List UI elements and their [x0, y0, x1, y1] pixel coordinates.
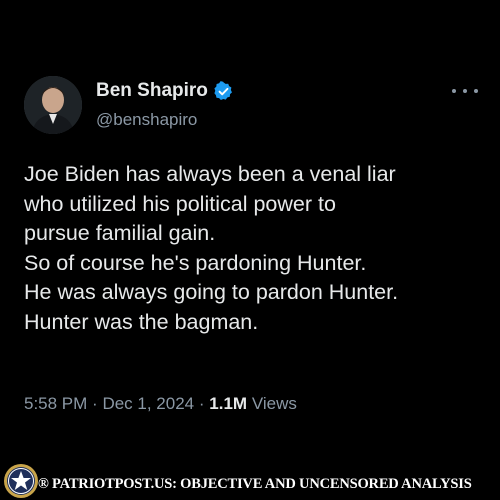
author-name-row: Ben Shapiro [96, 80, 234, 102]
tweet-body-line: Hunter was the bagman. [24, 309, 259, 334]
meta-separator: · [198, 394, 205, 413]
tweet-date[interactable]: Dec 1, 2024 [102, 394, 194, 413]
meta-separator: · [92, 394, 98, 413]
tweet-body-line: pursue familial gain. [24, 221, 216, 245]
views-count: 1.1M [209, 394, 248, 413]
author-display-name[interactable]: Ben Shapiro [96, 80, 208, 102]
star-seal-icon [4, 464, 38, 498]
tweet-body-line: So of course he's pardoning Hunter. [24, 250, 367, 275]
tweet-body-line: He was always going to pardon Hunter. [24, 280, 399, 304]
tweet-card: Ben Shapiro @benshapiro Joe Biden has al… [0, 0, 500, 460]
tweet-body-line: who utilized his political power to [24, 191, 336, 216]
tweet-meta: 5:58 PM · Dec 1, 2024 · 1.1M Views [24, 394, 297, 414]
author-handle[interactable]: @benshapiro [96, 110, 197, 130]
more-options-icon[interactable] [452, 82, 478, 100]
watermark-banner: ® PATRIOTPOST.US: OBJECTIVE AND UNCENSOR… [0, 462, 500, 500]
verified-badge-icon [214, 80, 232, 100]
watermark-text: ® PATRIOTPOST.US: OBJECTIVE AND UNCENSOR… [38, 476, 472, 492]
author-avatar[interactable] [24, 76, 82, 134]
views-label: Views [251, 394, 297, 413]
tweet-body: Joe Biden has always been a venal liar w… [24, 160, 484, 337]
tweet-time[interactable]: 5:58 PM [24, 394, 87, 413]
tweet-body-line: Joe Biden has always been a venal liar [24, 162, 396, 186]
